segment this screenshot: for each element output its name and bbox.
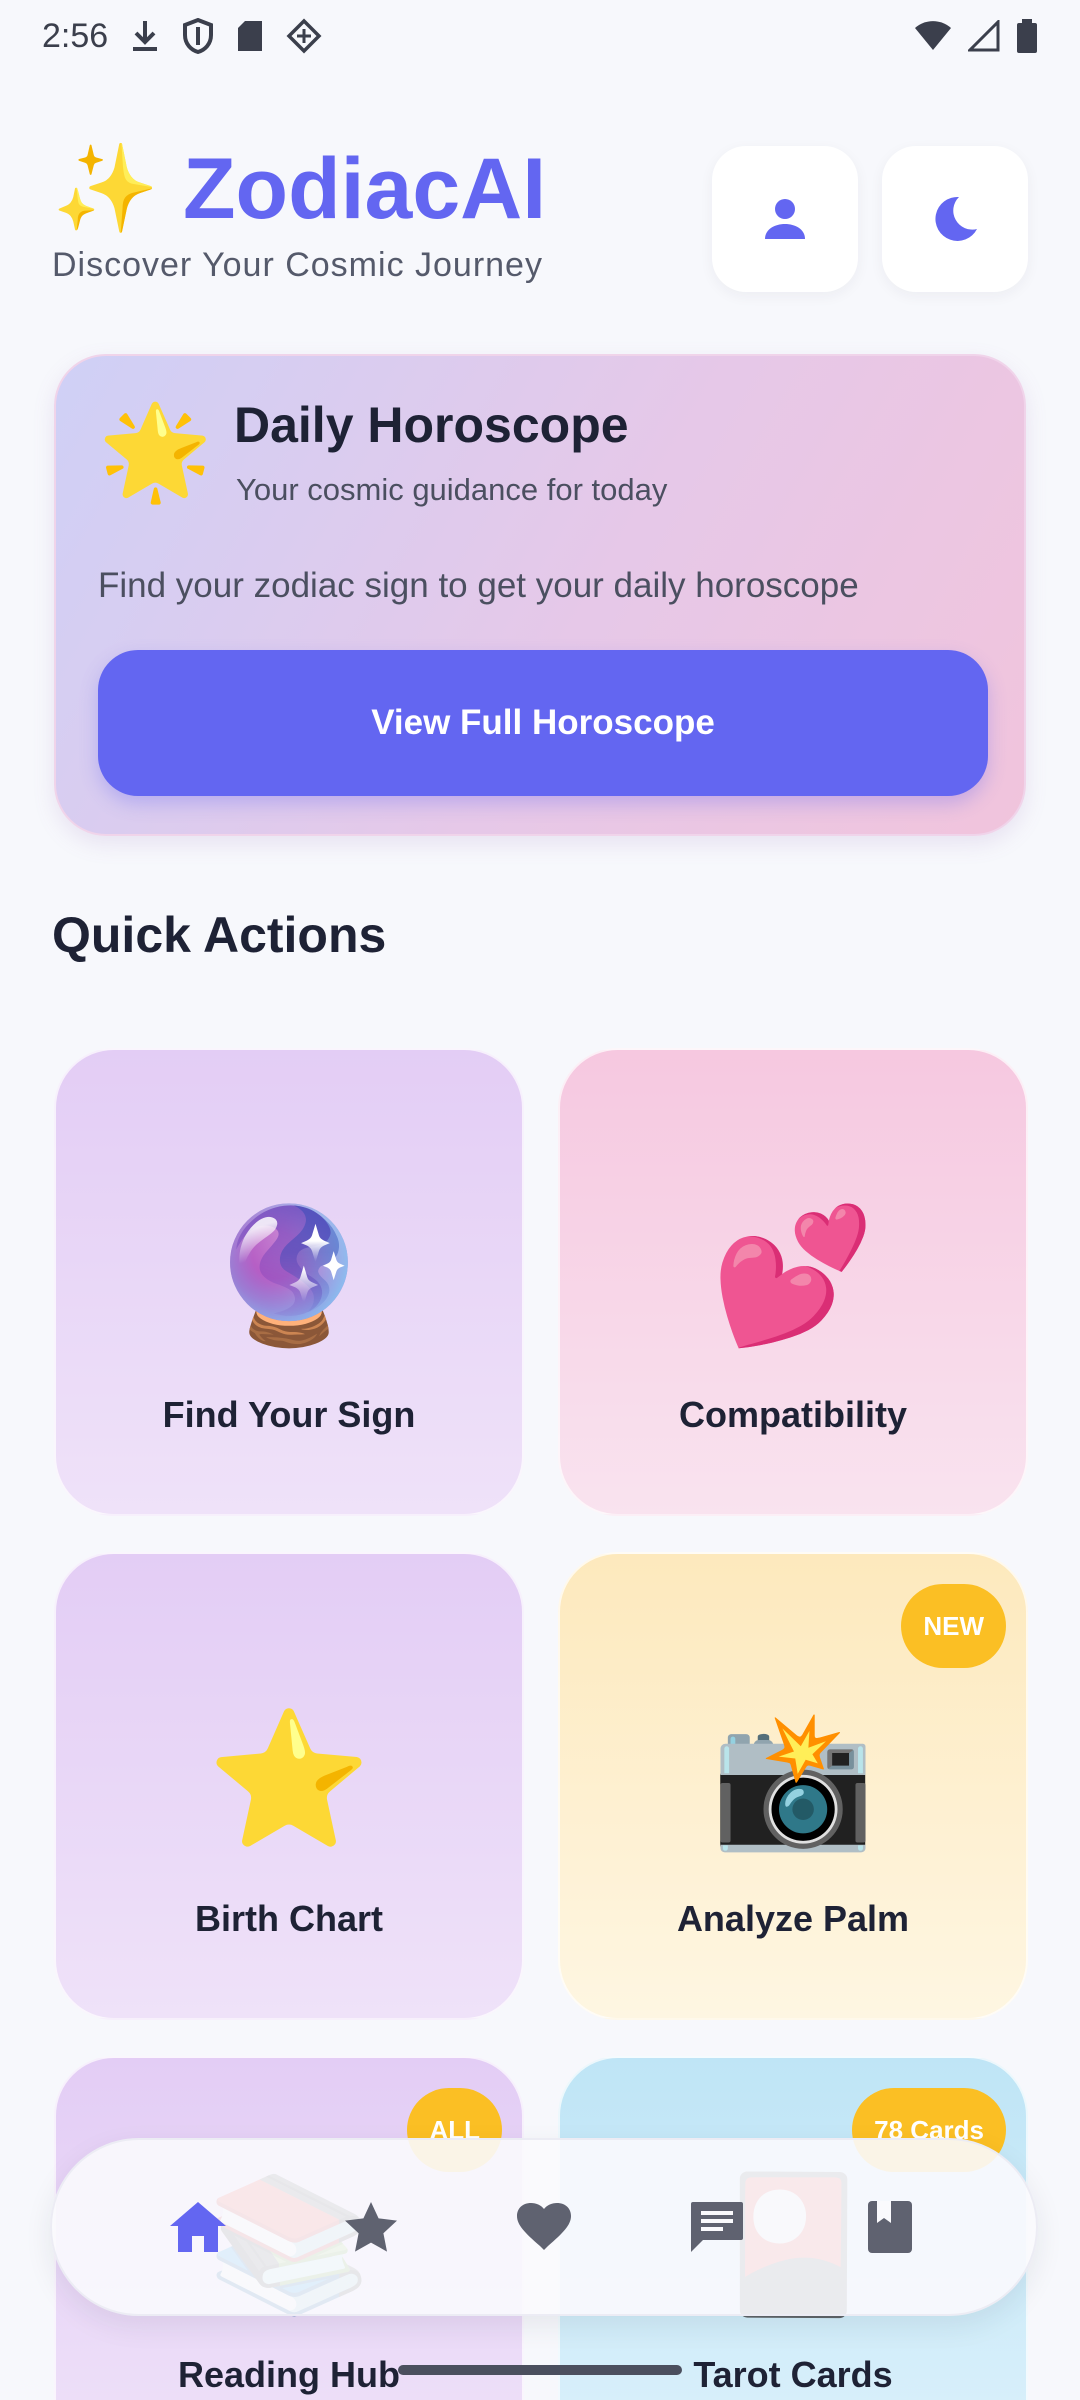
signal-icon bbox=[968, 20, 1000, 52]
nav-horoscope[interactable] bbox=[326, 2182, 416, 2272]
horoscope-title: Daily Horoscope bbox=[234, 397, 629, 453]
action-label: Tarot Cards bbox=[693, 2354, 893, 2395]
header: ✨ ZodiacAI Discover Your Cosmic Journey bbox=[52, 138, 1032, 298]
action-label: Find Your Sign bbox=[162, 1394, 416, 1435]
action-label: Compatibility bbox=[678, 1394, 907, 1435]
home-icon bbox=[170, 2202, 227, 2252]
horoscope-subtitle: Your cosmic guidance for today bbox=[236, 472, 668, 507]
nav-library[interactable] bbox=[845, 2182, 935, 2272]
crystal-ball-icon: 🔮 bbox=[206, 1202, 372, 1349]
profile-button[interactable] bbox=[712, 146, 858, 292]
new-badge: NEW bbox=[901, 1584, 1006, 1668]
birth-chart-card[interactable]: ⭐ Birth Chart bbox=[54, 1552, 524, 2020]
status-time: 2:56 bbox=[42, 16, 109, 55]
app-title: ✨ ZodiacAI bbox=[52, 138, 546, 239]
wifi-icon bbox=[914, 20, 952, 52]
bottom-navigation bbox=[50, 2138, 1038, 2316]
view-full-horoscope-button[interactable]: View Full Horoscope bbox=[98, 650, 988, 796]
nav-chat[interactable] bbox=[672, 2182, 762, 2272]
sd-card-icon bbox=[236, 19, 264, 53]
sparkle-icon: ✨ bbox=[52, 141, 160, 237]
analyze-palm-card[interactable]: NEW 📸 Analyze Palm bbox=[558, 1552, 1028, 2020]
glowing-star-icon: 🌟 bbox=[98, 401, 213, 503]
nav-compatibility[interactable] bbox=[499, 2182, 589, 2272]
action-label: Reading Hub bbox=[178, 2354, 400, 2395]
nav-home[interactable] bbox=[153, 2182, 243, 2272]
compatibility-card[interactable]: 💕 Compatibility bbox=[558, 1048, 1028, 1516]
camera-flash-icon: 📸 bbox=[710, 1706, 876, 1853]
horoscope-description: Find your zodiac sign to get your daily … bbox=[98, 566, 859, 605]
find-your-sign-card[interactable]: 🔮 Find Your Sign bbox=[54, 1048, 524, 1516]
star-icon: ⭐ bbox=[206, 1706, 372, 1853]
heart-icon bbox=[516, 2203, 571, 2250]
chat-icon bbox=[690, 2202, 743, 2252]
app-title-text: ZodiacAI bbox=[183, 141, 547, 237]
two-hearts-icon: 💕 bbox=[710, 1202, 876, 1349]
shield-icon bbox=[182, 18, 214, 54]
daily-horoscope-card: 🌟 Daily Horoscope Your cosmic guidance f… bbox=[54, 354, 1026, 836]
battery-icon bbox=[1016, 19, 1038, 53]
theme-toggle-button[interactable] bbox=[882, 146, 1028, 292]
status-bar: 2:56 bbox=[0, 0, 1080, 72]
quick-actions-title: Quick Actions bbox=[52, 907, 387, 963]
moon-icon bbox=[935, 196, 977, 241]
action-label: Birth Chart bbox=[195, 1898, 383, 1939]
star-icon bbox=[345, 2202, 398, 2252]
download-icon bbox=[130, 19, 160, 53]
app-subtitle: Discover Your Cosmic Journey bbox=[52, 246, 543, 284]
action-label: Analyze Palm bbox=[676, 1898, 910, 1939]
book-icon bbox=[867, 2201, 912, 2253]
person-icon bbox=[765, 199, 805, 239]
diamond-icon bbox=[286, 18, 322, 54]
gesture-navigation-bar[interactable] bbox=[398, 2365, 682, 2375]
